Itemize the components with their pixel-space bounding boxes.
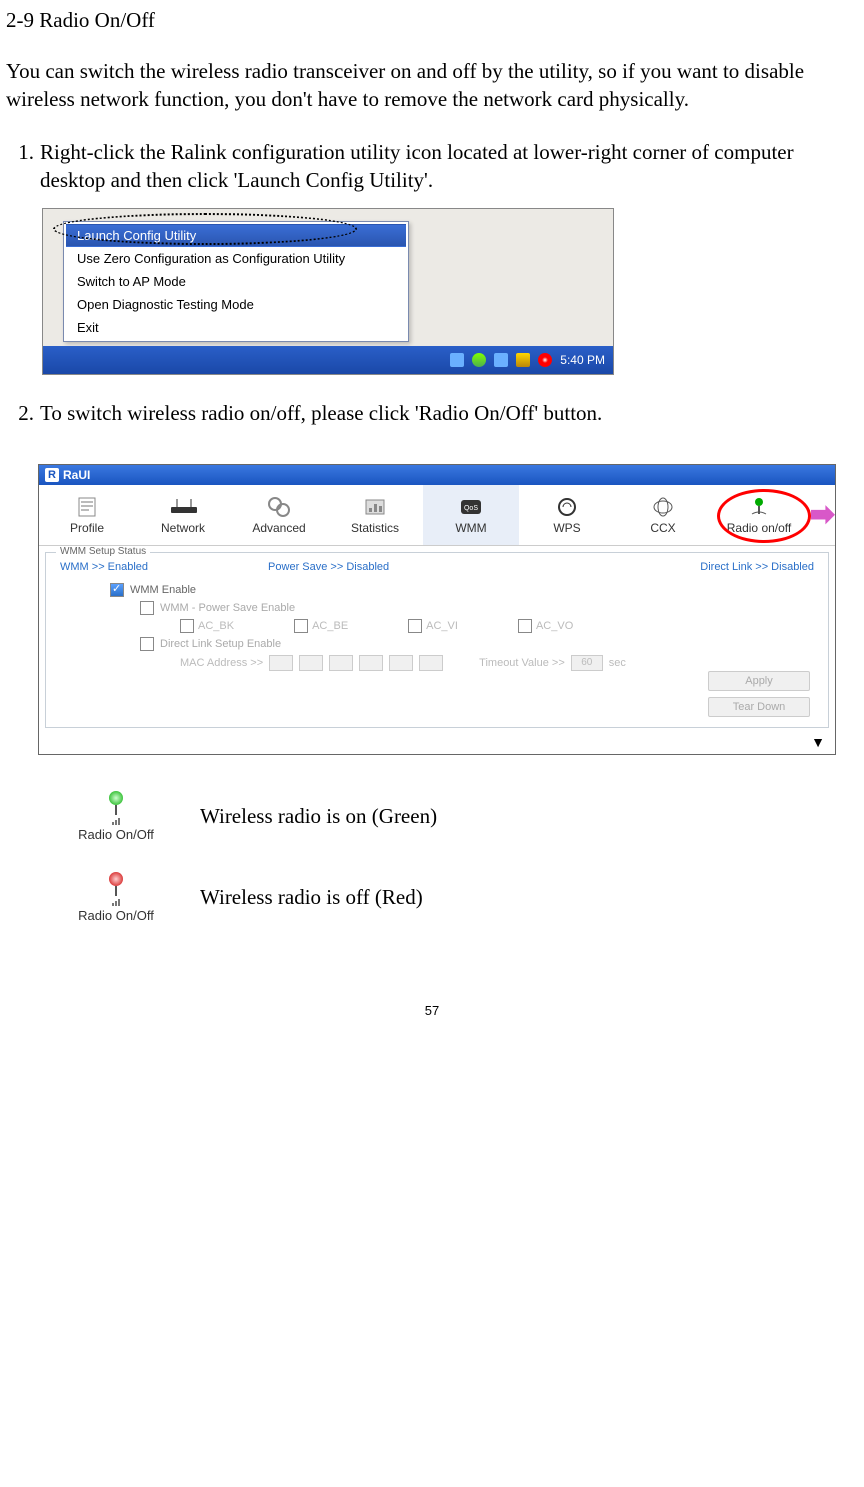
radio-on-text: Wireless radio is on (Green) (200, 804, 437, 829)
tab-radio-label: Radio on/off (727, 521, 792, 535)
tab-wmm-label: WMM (455, 521, 486, 535)
ralink-tray-icon[interactable] (472, 353, 486, 367)
ac-be-checkbox (294, 619, 308, 633)
mac-address-label: MAC Address >> (180, 657, 263, 669)
mac-octet-1 (269, 655, 293, 671)
wmm-icon: QoS (457, 495, 485, 519)
step-1: 1. Right-click the Ralink configuration … (6, 138, 858, 195)
step-1-number: 1. (6, 138, 40, 195)
taskbar-clock: 5:40 PM (560, 353, 605, 367)
tab-network-label: Network (161, 521, 205, 535)
tray-icon-1[interactable] (450, 353, 464, 367)
tray-context-menu: Launch Config Utility Use Zero Configura… (63, 221, 409, 342)
antivirus-icon[interactable] (538, 353, 552, 367)
toolbar-more-arrow[interactable] (811, 503, 835, 527)
screenshot-context-menu: Launch Config Utility Use Zero Configura… (42, 208, 614, 375)
intro-paragraph: You can switch the wireless radio transc… (6, 57, 858, 114)
ac-be-label: AC_BE (312, 620, 348, 632)
main-toolbar: Profile Network Advanced Statistics QoS … (39, 485, 835, 546)
menu-item-launch-config[interactable]: Launch Config Utility (66, 224, 406, 247)
mac-octet-5 (389, 655, 413, 671)
wps-icon (553, 495, 581, 519)
antenna-red-icon (109, 872, 123, 886)
step-2: 2. To switch wireless radio on/off, plea… (6, 399, 858, 427)
ac-vi-label: AC_VI (426, 620, 458, 632)
ac-bk-checkbox (180, 619, 194, 633)
ac-vi-checkbox (408, 619, 422, 633)
timeout-label: Timeout Value >> (479, 657, 565, 669)
step-1-text: Right-click the Ralink configuration uti… (40, 138, 858, 195)
svg-text:QoS: QoS (464, 505, 478, 512)
windows-taskbar: 5:40 PM (43, 346, 613, 374)
menu-item-exit[interactable]: Exit (66, 316, 406, 339)
tab-wps-label: WPS (553, 521, 580, 535)
ac-vo-label: AC_VO (536, 620, 573, 632)
ccx-icon (649, 495, 677, 519)
power-save-checkbox[interactable] (140, 601, 154, 615)
direct-link-checkbox[interactable] (140, 637, 154, 651)
tab-wmm[interactable]: QoS WMM (423, 485, 519, 545)
legend-radio-on: Radio On/Off Wireless radio is on (Green… (56, 791, 858, 842)
wmm-enable-checkbox[interactable] (110, 583, 124, 597)
power-save-label: WMM - Power Save Enable (160, 602, 295, 614)
direct-link-status: Direct Link >> Disabled (700, 561, 814, 573)
tab-ccx[interactable]: CCX (615, 485, 711, 545)
expand-arrow-icon[interactable]: ▼ (39, 734, 835, 754)
mac-octet-3 (329, 655, 353, 671)
ac-bk-label: AC_BK (198, 620, 234, 632)
legend-radio-off: Radio On/Off Wireless radio is off (Red) (56, 872, 858, 923)
radio-on-icon-label: Radio On/Off (78, 827, 154, 842)
tab-radio-onoff[interactable]: Radio on/off (711, 485, 807, 545)
wmm-setup-panel: WMM Setup Status WMM >> Enabled Power Sa… (45, 552, 829, 728)
power-save-status: Power Save >> Disabled (268, 561, 389, 573)
tab-advanced-label: Advanced (252, 521, 305, 535)
tab-network[interactable]: Network (135, 485, 231, 545)
section-title: 2-9 Radio On/Off (6, 8, 858, 33)
tab-statistics-label: Statistics (351, 521, 399, 535)
tab-advanced[interactable]: Advanced (231, 485, 327, 545)
antenna-green-icon (109, 791, 123, 805)
step-2-text: To switch wireless radio on/off, please … (40, 399, 858, 427)
tab-wps[interactable]: WPS (519, 485, 615, 545)
timeout-unit: sec (609, 657, 626, 669)
tab-ccx-label: CCX (650, 521, 675, 535)
menu-item-switch-ap[interactable]: Switch to AP Mode (66, 270, 406, 293)
tear-down-button[interactable]: Tear Down (708, 697, 810, 717)
tab-profile[interactable]: Profile (39, 485, 135, 545)
tab-profile-label: Profile (70, 521, 104, 535)
tray-icon-3[interactable] (494, 353, 508, 367)
mac-octet-4 (359, 655, 383, 671)
tab-statistics[interactable]: Statistics (327, 485, 423, 545)
radio-off-icon-label: Radio On/Off (78, 908, 154, 923)
app-icon: R (45, 468, 59, 482)
shield-icon[interactable] (516, 353, 530, 367)
radio-icon (745, 495, 773, 519)
wmm-enable-label: WMM Enable (130, 584, 196, 596)
ac-vo-checkbox (518, 619, 532, 633)
screenshot-raui-window: R RaUI Profile Network Advanced Statist (38, 464, 836, 755)
window-titlebar: R RaUI (39, 465, 835, 485)
mac-octet-6 (419, 655, 443, 671)
radio-off-icon: Radio On/Off (56, 872, 176, 923)
network-icon (169, 495, 197, 519)
radio-off-text: Wireless radio is off (Red) (200, 885, 423, 910)
page-number: 57 (6, 1003, 858, 1018)
apply-button[interactable]: Apply (708, 671, 810, 691)
direct-link-label: Direct Link Setup Enable (160, 638, 281, 650)
timeout-value: 60 (571, 655, 603, 671)
statistics-icon (361, 495, 389, 519)
radio-on-icon: Radio On/Off (56, 791, 176, 842)
advanced-icon (265, 495, 293, 519)
step-2-number: 2. (6, 399, 40, 427)
menu-item-diagnostic[interactable]: Open Diagnostic Testing Mode (66, 293, 406, 316)
window-title: RaUI (63, 468, 90, 482)
menu-item-zero-config[interactable]: Use Zero Configuration as Configuration … (66, 247, 406, 270)
wmm-group-label: WMM Setup Status (56, 546, 150, 557)
wmm-status: WMM >> Enabled (60, 561, 148, 573)
mac-octet-2 (299, 655, 323, 671)
profile-icon (73, 495, 101, 519)
